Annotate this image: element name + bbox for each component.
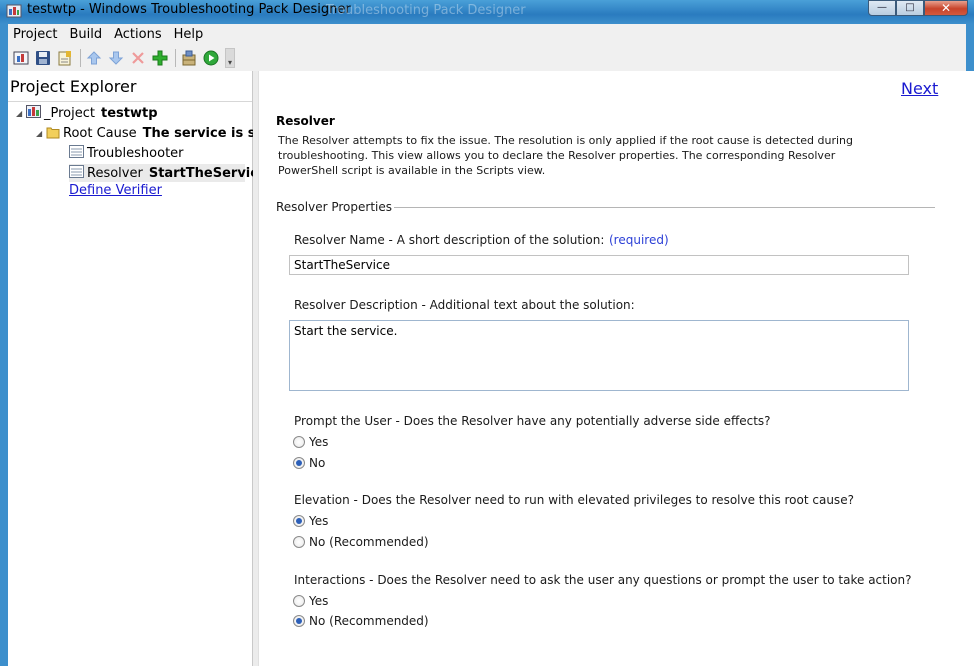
project-tree: ◢ _Project testwtp ◢ Root Cause The serv… [8,101,280,666]
tree-item-label: _Project [44,105,95,121]
window-title: testwtp - Windows Troubleshooting Pack D… [27,2,351,17]
tree-item-root-cause[interactable]: ◢ Root Cause The service is stop [36,124,280,142]
project-icon [26,104,41,122]
toolbar-overflow-button[interactable]: ▾ [225,47,235,68]
add-icon[interactable] [150,48,170,68]
close-button[interactable]: ✕ [924,0,968,16]
project-explorer-title: Project Explorer [10,77,137,96]
menu-actions[interactable]: Actions [108,27,168,42]
app-icon [6,4,22,19]
toolbar-separator [80,48,81,67]
resolver-name-label: Resolver Name - A short description of t… [294,233,605,247]
document-icon [69,145,84,161]
group-divider [394,207,935,208]
page-description: The Resolver attempts to fix the issue. … [278,134,853,177]
tree-item-project[interactable]: ◢ _Project testwtp [16,104,158,122]
move-up-icon[interactable] [84,48,104,68]
maximize-button[interactable]: □ [896,0,924,16]
tree-item-troubleshooter[interactable]: Troubleshooter [69,144,184,162]
interactions-label: Interactions - Does the Resolver need to… [294,573,912,587]
menu-project[interactable]: Project [8,27,63,42]
resolver-description-label: Resolver Description - Additional text a… [294,298,635,312]
move-down-icon[interactable] [106,48,126,68]
elevation-label: Elevation - Does the Resolver need to ru… [294,493,854,507]
menu-bar: Project Build Actions Help [0,24,974,44]
menu-help[interactable]: Help [168,27,210,42]
tree-item-resolver[interactable]: Resolver StartTheService [69,164,267,182]
window-controls: — □ ✕ [868,0,968,16]
radio-button[interactable] [293,595,305,607]
document-icon [69,165,84,181]
window-title-reflection: Troubleshooting Pack Designer [326,3,526,18]
radio-button[interactable] [293,436,305,448]
toolbar: ▾ [0,44,974,71]
radio-label: Yes [309,514,329,528]
prompt-yes-radio[interactable]: Yes [293,434,328,450]
next-link[interactable]: Next [901,79,938,98]
toolbar-separator [175,48,176,67]
radio-label: No [309,456,326,470]
resolver-description-input[interactable]: Start the service. [289,320,909,391]
menu-build[interactable]: Build [63,27,108,42]
define-verifier-link[interactable]: Define Verifier [69,183,162,198]
resolver-name-input[interactable]: StartTheService [289,255,909,275]
elevation-no-radio[interactable]: No (Recommended) [293,534,429,550]
title-bar: testwtp - Windows Troubleshooting Pack D… [0,0,974,24]
new-project-icon[interactable] [11,48,31,68]
page-title: Resolver [276,114,335,128]
prompt-no-radio[interactable]: No [293,455,325,471]
project-explorer-pane: Project Explorer ◢ _Project testwtp ◢ Ro… [0,71,280,666]
prompt-user-label: Prompt the User - Does the Resolver have… [294,414,771,428]
radio-label: Yes [309,594,329,608]
open-project-icon[interactable] [55,48,75,68]
tree-item-label: Resolver [87,165,143,181]
group-label: Resolver Properties [276,200,392,214]
run-icon[interactable] [201,48,221,68]
radio-button[interactable] [293,615,305,627]
interactions-no-radio[interactable]: No (Recommended) [293,613,429,629]
folder-icon [46,125,60,142]
radio-label: No (Recommended) [309,614,429,628]
tree-item-value: testwtp [100,105,158,121]
expand-arrow-icon[interactable]: ◢ [36,129,46,138]
tree-item-label: Root Cause [63,125,137,141]
radio-label: No (Recommended) [309,535,429,549]
tree-item-value: StartTheService [148,165,267,181]
delete-icon[interactable] [128,48,148,68]
tree-item-label: Troubleshooter [87,145,184,161]
elevation-yes-radio[interactable]: Yes [293,513,328,529]
build-icon[interactable] [179,48,199,68]
save-icon[interactable] [33,48,53,68]
radio-button[interactable] [293,536,305,548]
interactions-yes-radio[interactable]: Yes [293,593,328,609]
radio-label: Yes [309,435,329,449]
radio-button[interactable] [293,515,305,527]
radio-button[interactable] [293,457,305,469]
minimize-button[interactable]: — [868,0,896,16]
expand-arrow-icon[interactable]: ◢ [16,109,26,118]
resolver-pane: Next Resolver The Resolver attempts to f… [259,71,974,666]
required-badge: (required) [609,233,669,247]
